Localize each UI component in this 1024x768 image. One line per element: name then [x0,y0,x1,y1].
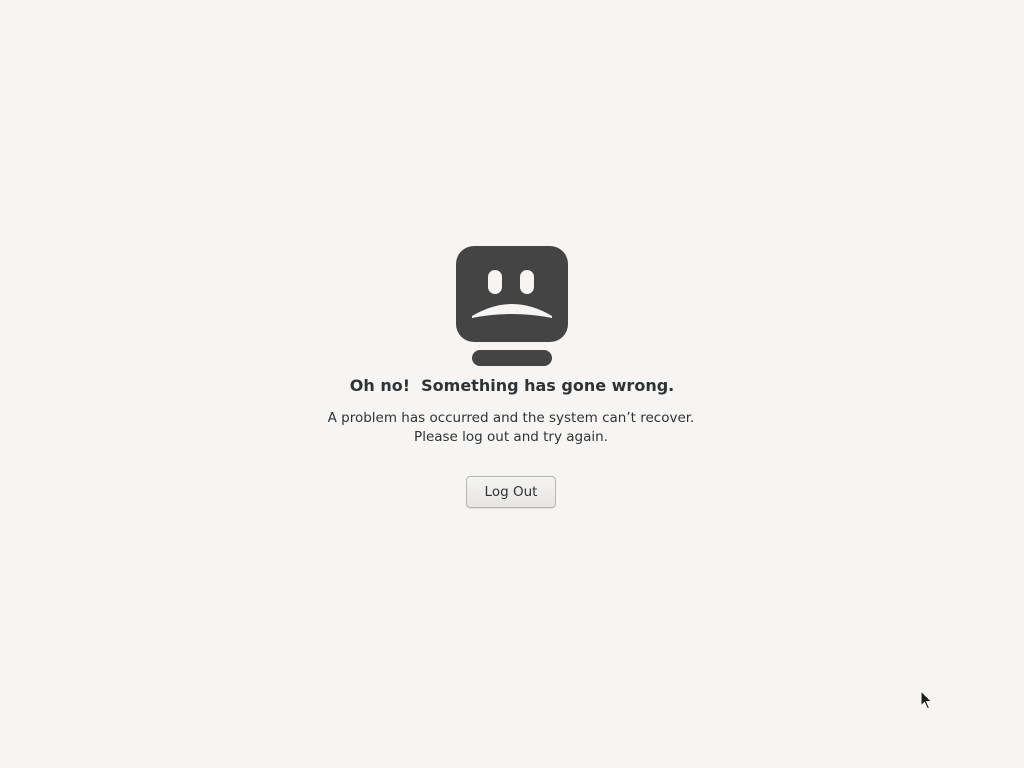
computer-fail-icon [456,246,568,366]
error-title: Oh no! Something has gone wrong. [349,376,675,395]
error-message-line-2: Please log out and try again. [414,429,608,445]
log-out-button[interactable]: Log Out [466,476,556,508]
mouse-pointer-icon [920,689,934,710]
error-message-line-1: A problem has occurred and the system ca… [327,410,695,426]
error-screen: Oh no! Something has gone wrong. A probl… [0,0,1024,768]
error-message: A problem has occurred and the system ca… [0,409,1022,447]
